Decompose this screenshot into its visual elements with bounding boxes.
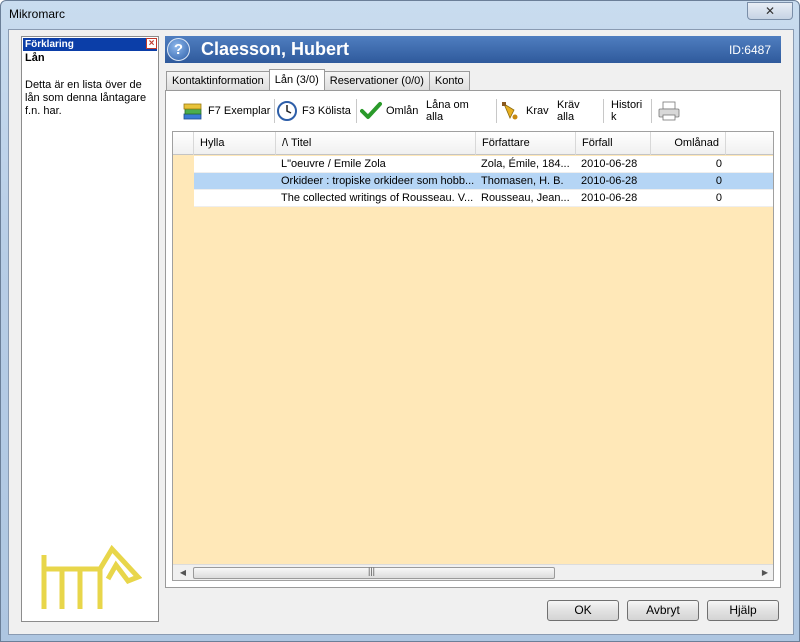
main-panel: ? Claesson, Hubert ID:6487 Kontaktinform… [165, 36, 781, 588]
toolbar-separator [356, 99, 357, 123]
toolbar-separator [603, 99, 604, 123]
row-header [173, 173, 194, 190]
cell-hylla [194, 173, 276, 190]
grid-header: Hylla /\ Titel Författare Förfall Omlåna… [173, 132, 773, 155]
cell-titel: The collected writings of Rousseau. V... [281, 192, 474, 204]
printer-icon [658, 101, 680, 121]
toolbar: F7 Exemplar F3 Kölista Omlån Låna om all… [174, 95, 774, 127]
ok-button[interactable]: OK [547, 600, 619, 621]
explanation-title: Lån [25, 52, 45, 64]
exemplar-button[interactable]: F7 Exemplar [182, 95, 270, 127]
patron-name: Claesson, Hubert [201, 39, 350, 59]
tab-strip: Kontaktinformation Lån (3/0) Reservation… [166, 69, 470, 90]
tab-kontaktinformation[interactable]: Kontaktinformation [166, 71, 270, 90]
close-icon: ✕ [764, 4, 776, 18]
cell-omlanad: 0 [715, 175, 722, 187]
tab-lan[interactable]: Lån (3/0) [268, 69, 325, 90]
kolista-label: F3 Kölista [302, 105, 351, 117]
cell-forfall: 2010-06-28 [581, 192, 638, 204]
column-omlanad[interactable]: Omlånad [651, 132, 726, 155]
table-row-selected[interactable]: Orkideer : tropiske orkideer som hobb...… [173, 173, 773, 190]
historik-button[interactable]: Histori k [611, 95, 642, 127]
cell-forfattare: Thomasen, H. B. [481, 175, 564, 187]
cell-hylla [194, 156, 276, 173]
explanation-header-label: Förklaring [25, 39, 74, 50]
bell-icon [502, 102, 518, 120]
title-bar: Mikromarc ✕ [1, 1, 799, 28]
table-row[interactable]: The collected writings of Rousseau. V...… [173, 190, 773, 207]
close-icon: × [148, 37, 155, 49]
cancel-button[interactable]: Avbryt [627, 600, 699, 621]
krav-alla-label-line1: Kräv [557, 99, 580, 111]
cell-titel: Orkideer : tropiske orkideer som hobb... [281, 175, 475, 187]
omlan-button[interactable]: Omlån [360, 95, 418, 127]
krav-alla-button[interactable]: Kräv alla [557, 95, 580, 127]
toolbar-separator [274, 99, 275, 123]
cell-forfattare: Zola, Émile, 184... [481, 158, 570, 170]
scroll-left-icon[interactable]: ◀ [175, 565, 191, 580]
lana-om-alla-label-line2: alla [426, 111, 444, 123]
patron-header: ? Claesson, Hubert ID:6487 [165, 36, 781, 63]
table-row[interactable]: L"oeuvre / Emile Zola Zola, Émile, 184..… [173, 156, 773, 173]
window-title: Mikromarc [9, 7, 65, 21]
explanation-header: Förklaring [23, 38, 157, 51]
books-icon [183, 103, 202, 120]
exemplar-label: F7 Exemplar [208, 105, 271, 117]
lana-om-alla-label-line1: Låna om [426, 99, 469, 111]
tab-reservationer[interactable]: Reservationer (0/0) [323, 71, 430, 90]
cell-omlanad: 0 [715, 158, 722, 170]
app-window: Mikromarc ✕ Förklaring × Lån Detta är en… [0, 0, 800, 642]
scrollbar-thumb[interactable]: ||| [193, 566, 555, 579]
cell-titel: L"oeuvre / Emile Zola [281, 158, 386, 170]
patron-id: ID:6487 [728, 43, 771, 57]
column-forfall[interactable]: Förfall [576, 132, 651, 155]
tab-konto[interactable]: Konto [428, 71, 470, 90]
krav-alla-label-line2: alla [557, 111, 575, 123]
historik-label-line2: k [611, 111, 617, 123]
client-area: Förklaring × Lån Detta är en lista över … [8, 29, 794, 635]
historik-label-line1: Histori [611, 99, 643, 111]
checkmark-icon [360, 102, 382, 119]
horizontal-scrollbar[interactable]: ◀ ||| ▶ [173, 564, 773, 580]
toolbar-separator [651, 99, 652, 123]
row-header [173, 190, 194, 207]
loans-grid: Hylla /\ Titel Författare Förfall Omlåna… [172, 131, 774, 581]
cell-hylla [194, 190, 276, 207]
toolbar-separator [496, 99, 497, 123]
help-icon[interactable]: ? [167, 38, 190, 61]
window-close-button[interactable]: ✕ [747, 2, 793, 20]
column-hylla[interactable]: Hylla [194, 132, 276, 155]
scroll-right-icon[interactable]: ▶ [757, 565, 773, 580]
cell-forfattare: Rousseau, Jean... [481, 192, 570, 204]
row-header-corner [173, 132, 194, 155]
grip-icon: ||| [368, 566, 376, 576]
krav-label: Krav [526, 105, 549, 117]
omlan-label: Omlån [386, 105, 419, 117]
krav-button[interactable]: Krav [500, 95, 549, 127]
clock-icon [277, 101, 297, 121]
mikromarc-logo-icon [41, 545, 142, 609]
row-header [173, 156, 194, 173]
loans-panel: F7 Exemplar F3 Kölista Omlån Låna om all… [165, 90, 781, 588]
column-titel[interactable]: /\ Titel [276, 132, 476, 155]
lana-om-alla-button[interactable]: Låna om alla [426, 95, 469, 127]
explanation-text: Detta är en lista över de lån som denna … [25, 79, 147, 117]
column-forfattare[interactable]: Författare [476, 132, 576, 155]
cell-forfall: 2010-06-28 [581, 158, 638, 170]
explanation-pane: Förklaring × Lån Detta är en lista över … [21, 36, 159, 622]
kolista-button[interactable]: F3 Kölista [276, 95, 351, 127]
explanation-close-button[interactable]: × [146, 38, 157, 49]
cell-omlanad: 0 [715, 192, 722, 204]
print-button[interactable] [657, 95, 685, 127]
help-button[interactable]: Hjälp [707, 600, 779, 621]
cell-forfall: 2010-06-28 [581, 175, 638, 187]
